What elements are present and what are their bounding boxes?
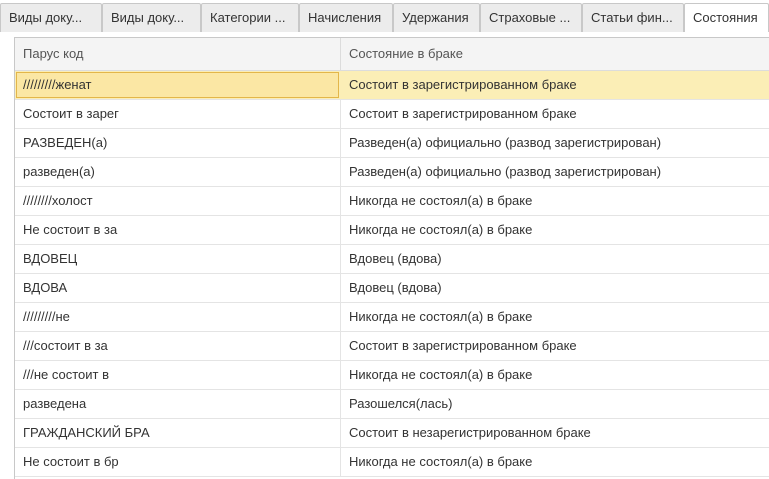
state-cell[interactable]: Никогда не состоял(а) в браке [341, 361, 769, 389]
tab-document-types-1[interactable]: Виды доку... [0, 3, 102, 32]
tab-categories[interactable]: Категории ... [201, 3, 299, 32]
state-cell[interactable]: Состоит в зарегистрированном браке [341, 71, 769, 99]
state-cell[interactable]: Никогда не состоял(а) в браке [341, 448, 769, 476]
table-row[interactable]: разведен(а) Разведен(а) официально (разв… [15, 158, 769, 187]
code-cell[interactable]: ВДОВА [15, 274, 341, 302]
code-cell[interactable]: ///состоит в за [15, 332, 341, 360]
code-cell[interactable]: Не состоит в бр [15, 448, 341, 476]
tab-deductions[interactable]: Удержания [393, 3, 480, 32]
tab-finance-items[interactable]: Статьи фин... [582, 3, 684, 32]
code-cell[interactable]: РАЗВЕДЕН(а) [15, 129, 341, 157]
tab-states[interactable]: Состояния [684, 3, 769, 32]
mapping-table: Парус код Состояние в браке /////////жен… [14, 37, 769, 479]
tab-accruals[interactable]: Начисления [299, 3, 393, 32]
state-cell[interactable]: Состоит в зарегистрированном браке [341, 332, 769, 360]
table-row[interactable]: ////////холост Никогда не состоял(а) в б… [15, 187, 769, 216]
code-cell[interactable]: Не состоит в за [15, 216, 341, 244]
table-row[interactable]: ВДОВА Вдовец (вдова) [15, 274, 769, 303]
code-cell[interactable]: разведена [15, 390, 341, 418]
code-cell[interactable]: ///не состоит в [15, 361, 341, 389]
state-cell[interactable]: Разошелся(лась) [341, 390, 769, 418]
table-row[interactable]: Не состоит в бр Никогда не состоял(а) в … [15, 448, 769, 477]
table-row[interactable]: ГРАЖДАНСКИЙ БРА Состоит в незарегистриро… [15, 419, 769, 448]
code-cell[interactable]: Состоит в зарег [15, 100, 341, 128]
state-cell[interactable]: Никогда не состоял(а) в браке [341, 216, 769, 244]
table-row[interactable]: /////////не Никогда не состоял(а) в брак… [15, 303, 769, 332]
column-header-parus-code[interactable]: Парус код [15, 38, 341, 70]
state-cell[interactable]: Разведен(а) официально (развод зарегистр… [341, 129, 769, 157]
state-cell[interactable]: Вдовец (вдова) [341, 274, 769, 302]
code-cell[interactable]: ГРАЖДАНСКИЙ БРА [15, 419, 341, 447]
state-cell[interactable]: Состоит в зарегистрированном браке [341, 100, 769, 128]
tab-document-types-2[interactable]: Виды доку... [102, 3, 201, 32]
state-cell[interactable]: Состоит в незарегистрированном браке [341, 419, 769, 447]
table-row[interactable]: Состоит в зарег Состоит в зарегистрирова… [15, 100, 769, 129]
code-cell[interactable]: ////////холост [15, 187, 341, 215]
table-row[interactable]: ВДОВЕЦ Вдовец (вдова) [15, 245, 769, 274]
code-cell[interactable]: /////////женат [16, 72, 339, 98]
table-header: Парус код Состояние в браке [15, 38, 769, 71]
table-row[interactable]: разведена Разошелся(лась) [15, 390, 769, 419]
state-cell[interactable]: Никогда не состоял(а) в браке [341, 303, 769, 331]
code-cell[interactable]: /////////не [15, 303, 341, 331]
tab-insurance[interactable]: Страховые ... [480, 3, 582, 32]
table-row[interactable]: ///состоит в за Состоит в зарегистрирова… [15, 332, 769, 361]
code-cell[interactable]: разведен(а) [15, 158, 341, 186]
column-header-marital-status[interactable]: Состояние в браке [341, 38, 769, 70]
code-cell[interactable]: ВДОВЕЦ [15, 245, 341, 273]
table-row[interactable]: Не состоит в за Никогда не состоял(а) в … [15, 216, 769, 245]
table-row[interactable]: ///не состоит в Никогда не состоял(а) в … [15, 361, 769, 390]
state-cell[interactable]: Никогда не состоял(а) в браке [341, 187, 769, 215]
state-cell[interactable]: Разведен(а) официально (развод зарегистр… [341, 158, 769, 186]
table-row[interactable]: РАЗВЕДЕН(а) Разведен(а) официально (разв… [15, 129, 769, 158]
state-cell[interactable]: Вдовец (вдова) [341, 245, 769, 273]
tab-bar: Виды доку... Виды доку... Категории ... … [0, 0, 769, 33]
table-row[interactable]: /////////женат Состоит в зарегистрирован… [15, 71, 769, 100]
